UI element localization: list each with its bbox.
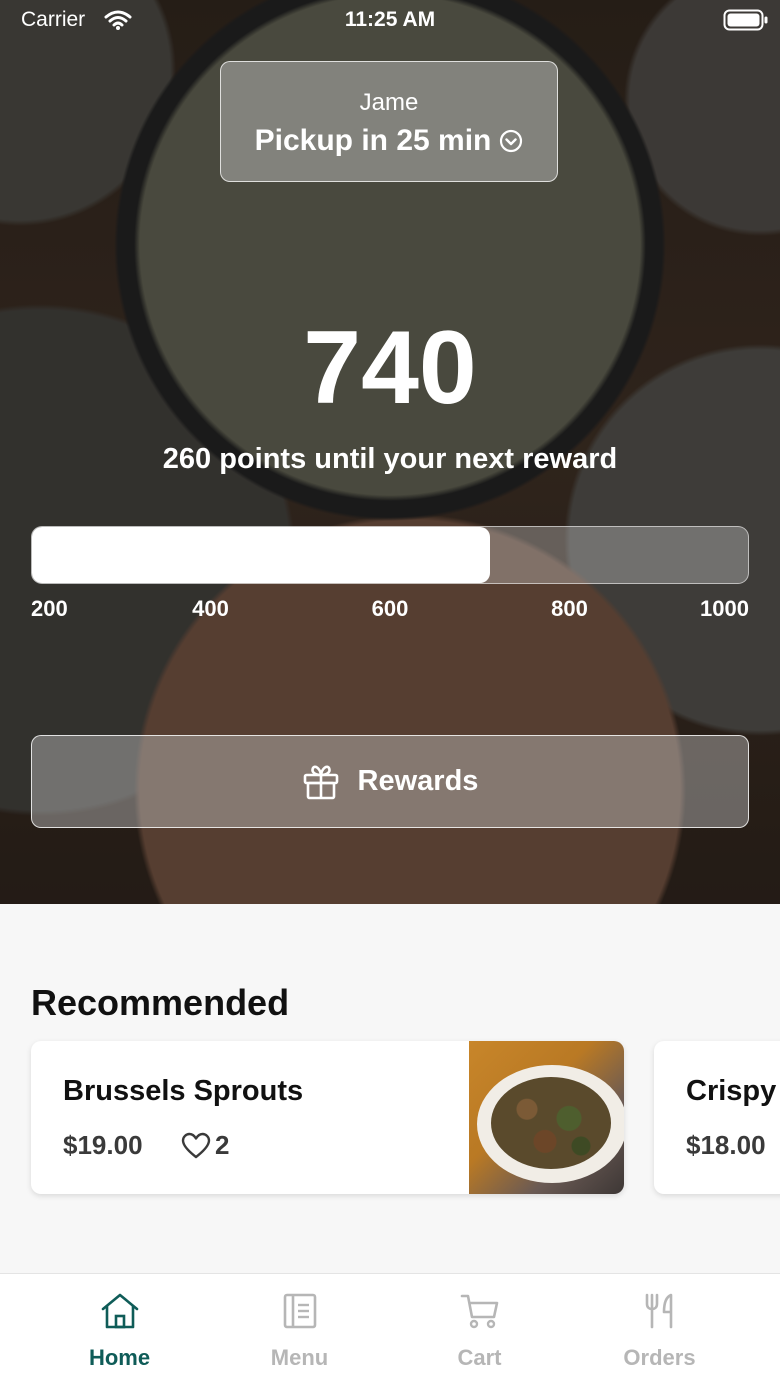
cart-icon	[382, 1292, 577, 1330]
points-balance: 740	[303, 310, 477, 426]
tab-orders-label: Orders	[623, 1345, 696, 1370]
points-until-reward: 260 points until your next reward	[162, 443, 618, 475]
item-photo	[469, 1041, 624, 1194]
recommended-heading: Recommended	[31, 982, 290, 1023]
rewards-button-label: Rewards	[357, 765, 479, 797]
tab-cart-label: Cart	[457, 1345, 502, 1370]
home-icon	[22, 1292, 217, 1330]
rewards-progress-bar	[31, 526, 749, 584]
progress-tick-label: 1000	[700, 596, 749, 621]
recommended-item-card[interactable]: Brussels Sprouts $19.00 2	[31, 1041, 624, 1194]
recommended-item-card[interactable]: Crispy $18.00	[654, 1041, 780, 1194]
menu-icon	[202, 1292, 397, 1330]
tab-home-label: Home	[88, 1345, 151, 1370]
tab-home[interactable]: Home	[22, 1274, 217, 1388]
pickup-time: Pickup in 25 min	[221, 124, 557, 161]
item-name: Brussels Sprouts	[63, 1075, 304, 1107]
pickup-selector[interactable]: Jame Pickup in 25 min	[220, 61, 558, 182]
item-price: $18.00	[686, 1130, 766, 1160]
tab-menu-label: Menu	[270, 1345, 329, 1370]
item-name: Crispy	[686, 1075, 777, 1107]
hero-banner: Carrier 11:25 AM Jame Pickup in 25 min 7…	[0, 0, 780, 904]
progress-tick-label: 600	[371, 596, 409, 621]
status-bar: Carrier 11:25 AM	[0, 0, 780, 40]
customer-name: Jame	[359, 89, 419, 116]
battery-icon	[723, 9, 769, 36]
status-time: 11:25 AM	[344, 8, 436, 31]
rewards-button[interactable]: Rewards	[31, 735, 749, 828]
progress-tick-label: 200	[31, 596, 68, 621]
gift-icon	[302, 764, 340, 800]
progress-tick-labels: 200 400 600 800 1000	[31, 596, 749, 624]
tab-cart[interactable]: Cart	[382, 1274, 577, 1388]
rewards-progress-fill	[32, 527, 491, 583]
progress-tick-label: 800	[551, 596, 588, 621]
item-likes-count: 2	[215, 1130, 230, 1160]
tab-menu[interactable]: Menu	[202, 1274, 397, 1388]
tab-orders[interactable]: Orders	[562, 1274, 757, 1388]
progress-tick-label: 400	[192, 596, 229, 621]
utensils-icon	[562, 1292, 757, 1330]
pickup-time-label: Pickup in 25 min	[254, 124, 492, 157]
bottom-tab-bar: Home Menu Cart Orders	[0, 1273, 780, 1388]
item-likes[interactable]: 2	[181, 1130, 229, 1161]
heart-icon	[181, 1132, 211, 1160]
chevron-down-circle-icon	[499, 127, 523, 161]
item-price: $19.00	[63, 1130, 143, 1160]
food-image	[491, 1077, 611, 1169]
